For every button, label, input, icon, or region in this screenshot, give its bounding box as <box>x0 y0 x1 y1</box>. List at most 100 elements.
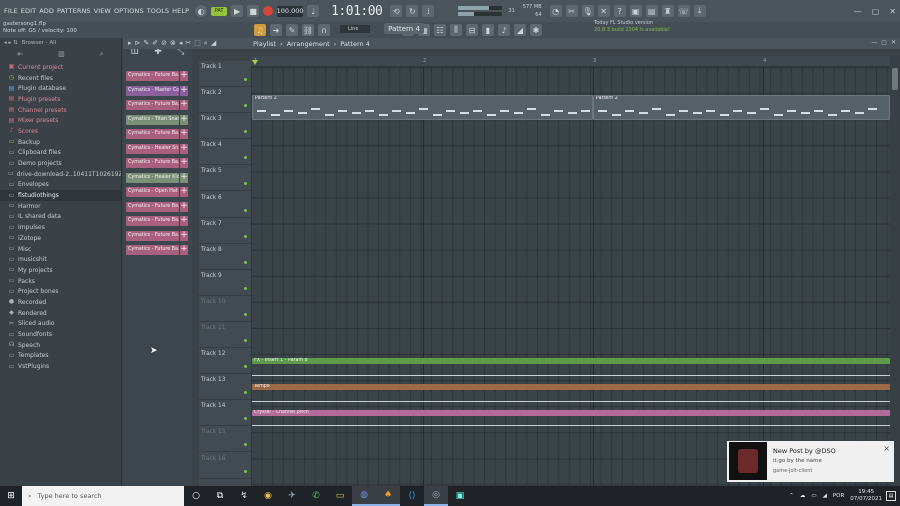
tray-expand-icon[interactable]: ⌃ <box>789 493 794 499</box>
playlist-view-icon[interactable]: ♫ <box>254 24 266 36</box>
menu-file[interactable]: FILE <box>4 7 18 15</box>
track-header[interactable]: Track 7 <box>199 218 251 244</box>
magnet-icon[interactable]: ∩ <box>318 24 330 36</box>
browser-files-icon[interactable]: ▥ <box>58 50 65 58</box>
automation-clip-fx[interactable]: FX - Insert 1 - Param 8 <box>252 358 890 364</box>
browser-item[interactable]: ▭ Project bones <box>0 286 121 297</box>
pencil-icon[interactable]: ✎ <box>286 24 298 36</box>
channel-add-icon[interactable]: + <box>180 129 188 139</box>
browser-item[interactable]: ◷ Recent files <box>0 73 121 84</box>
taskbar-search[interactable]: ⌕ Type here to search <box>22 486 184 506</box>
track-header[interactable]: Track 13 <box>199 374 251 401</box>
record-icon[interactable] <box>263 6 274 16</box>
browser-item[interactable]: ▭ Harmor <box>0 201 121 212</box>
restore-icon[interactable]: ▢ <box>872 7 880 16</box>
pattern-clip[interactable]: Pattern 2 <box>593 95 890 120</box>
browser-collapse-icon[interactable]: ⇤ <box>17 50 23 58</box>
cloud-icon[interactable]: ☁ <box>800 493 806 499</box>
pl-menu-icon[interactable]: ▸ <box>128 39 132 48</box>
channel-name-button[interactable]: Cymatics - Future Ba... <box>126 100 179 110</box>
track-header[interactable]: Track 4 <box>199 139 251 166</box>
track-mute-led[interactable] <box>244 286 247 290</box>
channel-name-button[interactable]: Cymatics - Healer Kic... <box>126 172 179 183</box>
network-icon[interactable]: ▭ <box>811 493 816 499</box>
menu-help[interactable]: HELP <box>172 7 189 15</box>
browser-item[interactable]: ▭ Impulses <box>0 222 121 233</box>
track-mute-led[interactable] <box>244 443 247 447</box>
track-mute-led[interactable] <box>244 391 247 395</box>
track-header[interactable]: Track 9 <box>199 270 251 296</box>
channel-add-icon[interactable]: + <box>180 71 188 81</box>
browser-item[interactable]: ▭ musicshit <box>0 254 121 265</box>
render-icon[interactable]: ▣ <box>629 5 642 17</box>
track-mute-led[interactable] <box>244 469 247 473</box>
browser-icon[interactable]: ⊟ <box>466 24 478 36</box>
steam-running-icon[interactable]: ◎ <box>424 486 448 506</box>
track-mute-led[interactable] <box>244 104 247 108</box>
track-header[interactable]: Track 14 <box>199 400 251 427</box>
track-header[interactable]: Track 16 <box>199 453 251 479</box>
track-mute-led[interactable] <box>244 312 247 316</box>
track-mute-led[interactable] <box>244 417 247 421</box>
pinned-app-icon[interactable]: ↯ <box>232 486 256 506</box>
track-header[interactable]: Track 11 <box>199 322 251 348</box>
taskbar-clock[interactable]: 19:45 07/07/2021 <box>850 489 882 503</box>
pl-pointer-icon[interactable]: ⊳ <box>135 39 141 48</box>
step-edit-icon[interactable]: ⁞ <box>422 5 435 17</box>
menu-options[interactable]: OPTIONS <box>114 7 144 15</box>
game-jolt-icon[interactable]: ▣ <box>448 486 472 506</box>
browser-nav-icon[interactable]: ◂ ▸ ⇅ <box>4 40 18 46</box>
pl-slice-icon[interactable]: ✂ <box>185 39 191 48</box>
cortana-icon[interactable]: ○ <box>184 486 208 506</box>
mic-icon[interactable]: 🎙 <box>581 5 594 17</box>
track-mute-led[interactable] <box>244 130 247 134</box>
playlist-scrollbar[interactable] <box>890 56 900 486</box>
track-mute-led[interactable] <box>244 260 247 264</box>
browser-item[interactable]: ▭ Demo projects <box>0 158 121 169</box>
track-header[interactable]: Track 5 <box>199 165 251 192</box>
windows-start-icon[interactable]: ⊞ <box>0 486 22 506</box>
pl-delete-icon[interactable]: ⊘ <box>161 39 167 48</box>
pattern-selector[interactable]: Pattern 4 <box>384 23 424 34</box>
timeline-ruler[interactable]: 1 2 3 4 <box>251 56 890 67</box>
browser-search-icon[interactable]: ⌕ <box>100 50 104 59</box>
browser-item[interactable]: ▭ Backup <box>0 137 121 148</box>
pl-close-icon[interactable]: ✕ <box>891 39 896 46</box>
menu-edit[interactable]: EDIT <box>21 7 36 15</box>
track-mute-led[interactable] <box>244 156 247 160</box>
track-header[interactable]: Track 8 <box>199 244 251 270</box>
browser-item[interactable]: ▤ Channel presets <box>0 105 121 116</box>
close-icon[interactable]: ✕ <box>889 7 896 16</box>
browser-item[interactable]: ☊ Speech <box>0 340 121 351</box>
browser-item[interactable]: ▭ Envelopes <box>0 180 121 191</box>
action-center-icon[interactable]: ▤ <box>886 491 896 501</box>
channel-name-button[interactable]: Cymatics - Healer Sn... <box>126 143 179 154</box>
channel-add-icon[interactable]: + <box>180 158 188 168</box>
channel-add-icon[interactable]: + <box>180 143 188 154</box>
channel-name-button[interactable]: Cymatics - Future Ba... <box>126 129 179 139</box>
link-icon[interactable]: ⛓ <box>302 24 314 36</box>
channel-name-button[interactable]: Cymatics - Future Ba... <box>126 230 179 241</box>
channel-row[interactable]: Cymatics - Future Ba... + <box>126 201 189 212</box>
pl-slip-icon[interactable]: ◂ <box>179 39 183 48</box>
browser-item[interactable]: ▤ Plugin database <box>0 83 121 94</box>
channel-add-icon[interactable]: + <box>180 114 188 125</box>
channel-rack-icon[interactable]: ☷ <box>434 24 446 36</box>
channel-add-icon[interactable]: + <box>180 216 188 226</box>
channel-row[interactable]: Cymatics - Healer Kic... + <box>126 172 189 183</box>
pl-speaker-icon[interactable]: ◢ <box>211 39 216 48</box>
track-header[interactable]: Track 12 <box>199 348 251 375</box>
steam-icon[interactable]: ✈ <box>280 486 304 506</box>
notification-close-icon[interactable]: × <box>883 444 890 453</box>
channel-name-button[interactable]: Cymatics - Open Hat S... <box>126 187 179 197</box>
channel-name-button[interactable]: Cymatics - Future Ba... <box>126 216 179 226</box>
browser-item[interactable]: ▭drive-download-2..10411T102619Z-001 <box>0 169 121 180</box>
browser-item[interactable]: ▭ flstudiothings <box>0 190 121 201</box>
channel-row[interactable]: Cymatics - Healer Sn... + <box>126 143 189 154</box>
pl-minimize-icon[interactable]: — <box>871 39 877 46</box>
browser-item[interactable]: ▭ iZotope <box>0 233 121 244</box>
track-mute-led[interactable] <box>244 78 247 81</box>
breadcrumb-pattern[interactable]: Pattern 4 <box>340 40 370 48</box>
browser-item[interactable]: ● Recorded <box>0 297 121 308</box>
task-view-icon[interactable]: ⧉ <box>208 486 232 506</box>
